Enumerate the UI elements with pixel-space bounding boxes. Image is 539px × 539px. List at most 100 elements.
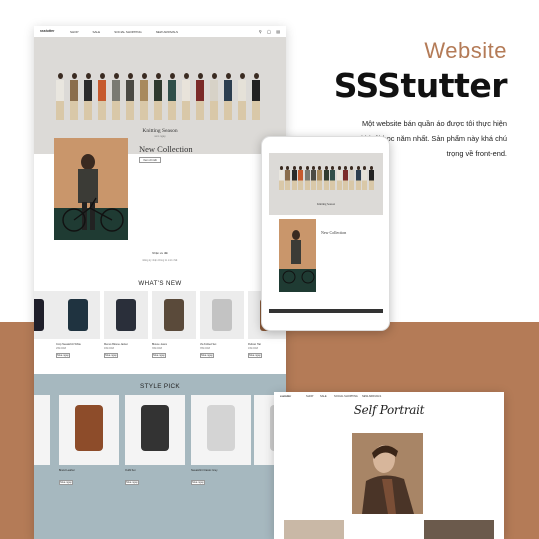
model-figure: [252, 73, 260, 120]
product-name: Menus Blouse Jacket: [104, 343, 128, 346]
portrait-thumb-right[interactable]: [424, 520, 494, 539]
portrait-image[interactable]: [352, 433, 423, 514]
product-card[interactable]: [34, 291, 56, 339]
portrait-mockup: ssstutter SHOP SALE SOCIAL SHOPPING NEW …: [274, 392, 504, 539]
nav-item-new-arrivals[interactable]: NEW ARRIVALS: [156, 30, 178, 34]
product-name: Jfa Knitted Set: [200, 343, 217, 346]
model-figure: [98, 73, 106, 120]
search-icon[interactable]: ⚲: [259, 29, 262, 34]
nav-item-sale[interactable]: SALE: [93, 30, 101, 34]
tablet-model-figure: [362, 166, 368, 190]
product-card[interactable]: [200, 291, 244, 339]
tablet-new-collection-title: New Collection: [321, 230, 347, 235]
model-figure: [168, 73, 176, 120]
tablet-model-figure: [285, 166, 291, 190]
tablet-model-figure: [368, 166, 374, 190]
product-name: Crop Sweatshirt White: [56, 343, 81, 346]
portrait-logo[interactable]: ssstutter: [280, 395, 291, 398]
tablet-mockup: Knitting Season New Collection: [261, 136, 390, 331]
style-pick-card[interactable]: [34, 395, 50, 465]
style-pick-image: [141, 405, 169, 451]
nav-item-shop[interactable]: SHOP: [70, 30, 79, 34]
new-collection-title: New Collection: [139, 144, 193, 154]
new-collection-image[interactable]: [54, 138, 128, 240]
product-card[interactable]: [56, 291, 100, 339]
model-figure: [140, 73, 148, 120]
tablet-model-figure: [279, 166, 284, 190]
product-card[interactable]: [152, 291, 196, 339]
hero-banner[interactable]: Knitting Season xem ngay: [34, 37, 286, 154]
tablet-hero-title: Knitting Season: [317, 203, 335, 206]
desktop-mockup: ssstutter SHOP SALE SOCIAL SHOPPING NEW …: [34, 26, 286, 539]
model-figure: [84, 73, 92, 120]
model-figure: [112, 73, 120, 120]
style-pick-image: [207, 405, 235, 451]
tablet-model-figure: [330, 166, 336, 190]
buy-button[interactable]: Mua ngay: [125, 480, 139, 485]
tablet-model-figure: [311, 166, 316, 190]
hero-title: Knitting Season: [142, 128, 178, 134]
whats-new-heading: WHAT'S NEW: [138, 280, 182, 287]
tablet-model-figure: [349, 166, 355, 190]
product-image: [164, 299, 184, 331]
tablet-model-figure: [323, 166, 329, 190]
tablet-model-figure: [304, 166, 310, 190]
portrait-nav-new[interactable]: NEW ARRIVALS: [362, 395, 381, 398]
tablet-collection-image[interactable]: [279, 219, 316, 292]
portrait-nav-social[interactable]: SOCIAL SHOPPING: [334, 395, 358, 398]
buy-button[interactable]: Mua ngay: [104, 353, 118, 358]
tablet-model-figure: [355, 166, 361, 190]
buy-button[interactable]: Mua ngay: [200, 353, 214, 358]
site-logo[interactable]: ssstutter: [40, 29, 54, 33]
tablet-model-figure: [336, 166, 342, 190]
product-image: [116, 299, 136, 331]
buy-button[interactable]: Mua ngay: [191, 480, 205, 485]
model-figure: [70, 73, 78, 120]
user-icon[interactable]: ◯: [267, 29, 271, 34]
tablet-footer-bar: [269, 309, 383, 313]
portrait-thumb-left[interactable]: [284, 520, 344, 539]
style-pick-heading: STYLE PICK: [140, 383, 180, 390]
style-pick-name: Brand Leather: [59, 469, 75, 472]
promo-subtitle: Đăng ký nhận thông tin mới nhất: [142, 259, 178, 262]
model-figure: [126, 73, 134, 120]
portrait-nav-sale[interactable]: SALE: [320, 395, 327, 398]
style-pick-card[interactable]: [125, 395, 185, 465]
style-pick-name: Sweatshirt Classic Grey: [191, 469, 218, 472]
product-price: 399.000đ: [152, 347, 162, 350]
view-collection-button[interactable]: Xem chi tiết: [139, 157, 161, 163]
model-figure: [154, 73, 162, 120]
product-image: [212, 299, 232, 331]
product-price: 359.000đ: [200, 347, 210, 350]
product-name: Blouse Jeans: [152, 343, 168, 346]
tablet-model-figure: [343, 166, 348, 190]
buy-button[interactable]: Mua ngay: [152, 353, 166, 358]
portrait-nav: ssstutter SHOP SALE SOCIAL SHOPPING NEW …: [274, 392, 504, 401]
model-figure: [238, 73, 246, 120]
style-pick-card[interactable]: [191, 395, 251, 465]
eyebrow-title: Website: [424, 38, 507, 63]
product-card[interactable]: [104, 291, 148, 339]
product-name: Pelican Hat: [248, 343, 261, 346]
tablet-screen: Knitting Season New Collection: [269, 147, 383, 322]
style-pick-card[interactable]: [59, 395, 119, 465]
style-pick-image: [75, 405, 103, 451]
model-figure: [196, 73, 204, 120]
product-image: [68, 299, 88, 331]
buy-button[interactable]: Mua ngay: [59, 480, 73, 485]
buy-button[interactable]: Mua ngay: [56, 353, 70, 358]
product-image: [34, 299, 44, 331]
model-figure: [182, 73, 190, 120]
tablet-model-figure: [291, 166, 297, 190]
product-price: 199.000đ: [248, 347, 258, 350]
brand-title: SSStutter: [333, 66, 508, 105]
tablet-model-figure: [317, 166, 323, 190]
portrait-title: Self Portrait: [353, 403, 425, 417]
style-pick-name: Outfit Set: [125, 469, 136, 472]
nav-item-social-shopping[interactable]: SOCIAL SHOPPING: [114, 30, 142, 34]
portrait-nav-shop[interactable]: SHOP: [306, 395, 313, 398]
buy-button[interactable]: Mua ngay: [248, 353, 262, 358]
model-figure: [210, 73, 218, 120]
model-figure: [56, 73, 64, 120]
cart-icon[interactable]: ▤: [276, 29, 280, 34]
